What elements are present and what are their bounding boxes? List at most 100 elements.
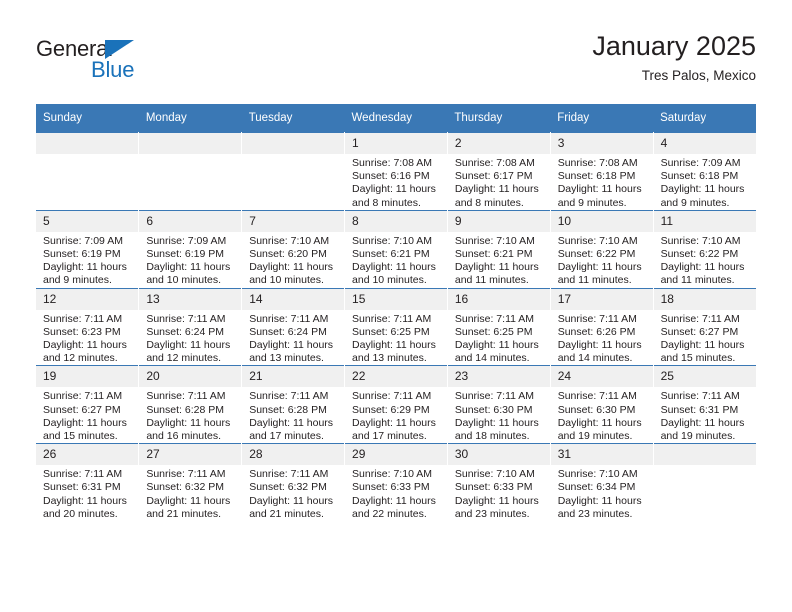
day-sunrise-text: Sunrise: 7:11 AM [454, 390, 535, 403]
day-daylight-line1-text: Daylight: 11 hours [249, 261, 334, 274]
day-daylight-line2-text: and 14 minutes. [557, 352, 633, 365]
day-details: Sunrise: 7:11 AM Sunset: 6:26 PM Daylight:… [551, 310, 653, 366]
day-daylight-line2-text: and 19 minutes. [557, 430, 633, 443]
day-daylight-line1-text: Daylight: 11 hours [249, 339, 334, 352]
day-details: Sunrise: 7:11 AM Sunset: 6:23 PM Daylight:… [36, 310, 138, 366]
day-daylight-line1-text: Daylight: 11 hours [352, 339, 436, 352]
day-daylight-line2-text: and 13 minutes. [352, 352, 427, 365]
day-details: Sunrise: 7:11 AM Sunset: 6:25 PM Daylight:… [345, 310, 447, 366]
calendar-day-cell[interactable]: 8 Sunrise: 7:10 AM Sunset: 6:21 PM Daylight… [344, 209, 448, 289]
calendar-body: 1 Sunrise: 7:08 AM Sunset: 6:16 PM Daylight… [36, 132, 756, 522]
day-details: Sunrise: 7:11 AM Sunset: 6:32 PM Daylight:… [139, 465, 241, 521]
day-number: 27 [139, 444, 242, 466]
day-daylight-line1-text: Daylight: 11 hours [249, 494, 334, 507]
calendar-day-cell[interactable]: 16 Sunrise: 7:11 AM Sunset: 6:25 PM Dayligh… [446, 287, 551, 366]
day-number: 25 [653, 366, 756, 388]
day-daylight-line2-text: and 8 minutes. [454, 196, 524, 209]
day-details: Sunrise: 7:08 AM Sunset: 6:18 PM Daylight:… [551, 154, 653, 210]
day-sunset-text: Sunset: 6:33 PM [352, 481, 430, 494]
day-number: 28 [242, 444, 345, 466]
calendar-day-cell[interactable]: 9 Sunrise: 7:10 AM Sunset: 6:21 PM Daylight… [446, 209, 551, 289]
day-daylight-line2-text: and 14 minutes. [454, 352, 530, 365]
calendar-day-cell[interactable]: 24 Sunrise: 7:11 AM Sunset: 6:30 PM Dayligh… [549, 365, 654, 444]
calendar-day-cell[interactable]: 11 Sunrise: 7:10 AM Sunset: 6:22 PM Dayligh… [652, 209, 756, 289]
day-daylight-line2-text: and 18 minutes. [454, 430, 530, 443]
day-daylight-line2-text: and 15 minutes. [660, 352, 736, 365]
day-sunset-text: Sunset: 6:32 PM [146, 481, 224, 494]
calendar-day-cell[interactable]: 27 Sunrise: 7:11 AM Sunset: 6:32 PM Dayligh… [138, 443, 243, 522]
day-number: 3 [550, 133, 653, 154]
day-daylight-line1-text: Daylight: 11 hours [660, 339, 745, 352]
calendar-day-cell[interactable]: 25 Sunrise: 7:11 AM Sunset: 6:31 PM Dayligh… [652, 365, 756, 444]
day-sunrise-text: Sunrise: 7:10 AM [557, 234, 638, 247]
calendar-day-cell[interactable]: 5 Sunrise: 7:09 AM Sunset: 6:19 PM Daylight… [36, 209, 140, 289]
day-details: Sunrise: 7:10 AM Sunset: 6:21 PM Daylight:… [448, 232, 550, 288]
day-sunset-text: Sunset: 6:19 PM [146, 248, 224, 261]
calendar-day-cell[interactable]: 17 Sunrise: 7:11 AM Sunset: 6:26 PM Dayligh… [549, 287, 654, 366]
calendar-day-cell[interactable]: 1 Sunrise: 7:08 AM Sunset: 6:16 PM Daylight… [344, 132, 448, 211]
day-details: Sunrise: 7:09 AM Sunset: 6:19 PM Daylight:… [36, 232, 138, 288]
calendar-day-cell[interactable]: 15 Sunrise: 7:11 AM Sunset: 6:25 PM Dayligh… [344, 287, 448, 366]
day-daylight-line1-text: Daylight: 11 hours [557, 494, 642, 507]
day-details: Sunrise: 7:10 AM Sunset: 6:22 PM Daylight:… [654, 232, 756, 288]
day-daylight-line2-text: and 22 minutes. [352, 507, 427, 520]
calendar-day-cell[interactable]: 28 Sunrise: 7:11 AM Sunset: 6:32 PM Dayligh… [241, 443, 346, 522]
calendar-day-cell[interactable]: 18 Sunrise: 7:11 AM Sunset: 6:27 PM Dayligh… [652, 287, 756, 366]
day-number: 12 [36, 288, 139, 310]
day-sunrise-text: Sunrise: 7:11 AM [146, 312, 226, 325]
day-daylight-line2-text: and 17 minutes. [352, 430, 427, 443]
calendar-day-cell[interactable]: 21 Sunrise: 7:11 AM Sunset: 6:28 PM Dayligh… [241, 365, 346, 444]
day-sunrise-text: Sunrise: 7:10 AM [249, 234, 330, 247]
calendar-day-cell[interactable]: 19 Sunrise: 7:11 AM Sunset: 6:27 PM Dayligh… [36, 365, 140, 444]
day-number: 22 [345, 366, 447, 388]
day-daylight-line1-text: Daylight: 11 hours [352, 261, 436, 274]
day-daylight-line2-text: and 19 minutes. [660, 430, 736, 443]
calendar-day-cell[interactable]: 26 Sunrise: 7:11 AM Sunset: 6:31 PM Dayligh… [36, 443, 140, 522]
calendar-day-cell[interactable]: 3 Sunrise: 7:08 AM Sunset: 6:18 PM Daylight… [549, 132, 654, 211]
day-number: 21 [242, 366, 345, 388]
calendar-day-cell[interactable]: 29 Sunrise: 7:10 AM Sunset: 6:33 PM Dayligh… [344, 443, 448, 522]
calendar-day-cell[interactable]: 7 Sunrise: 7:10 AM Sunset: 6:20 PM Daylight… [241, 209, 346, 289]
weekday-header-friday: Friday [550, 104, 654, 133]
day-sunrise-text: Sunrise: 7:11 AM [352, 312, 432, 325]
day-sunset-text: Sunset: 6:22 PM [660, 248, 739, 261]
day-daylight-line1-text: Daylight: 11 hours [352, 416, 436, 429]
day-daylight-line1-text: Daylight: 11 hours [43, 339, 127, 352]
day-details: Sunrise: 7:11 AM Sunset: 6:28 PM Daylight:… [242, 387, 344, 443]
day-sunrise-text: Sunrise: 7:11 AM [660, 312, 740, 325]
day-sunrise-text: Sunrise: 7:10 AM [454, 234, 535, 247]
day-details: Sunrise: 7:10 AM Sunset: 6:20 PM Daylight:… [242, 232, 344, 288]
day-daylight-line1-text: Daylight: 11 hours [454, 494, 539, 507]
calendar-day-cell[interactable]: 20 Sunrise: 7:11 AM Sunset: 6:28 PM Dayligh… [138, 365, 243, 444]
calendar-day-cell[interactable]: 31 Sunrise: 7:10 AM Sunset: 6:34 PM Dayligh… [549, 443, 654, 522]
day-sunrise-text: Sunrise: 7:08 AM [352, 157, 432, 169]
day-sunset-text: Sunset: 6:25 PM [454, 325, 533, 338]
day-details: Sunrise: 7:11 AM Sunset: 6:24 PM Daylight:… [242, 310, 344, 366]
calendar-header-row: Sunday Monday Tuesday Wednesday Thursday Frid… [36, 104, 756, 133]
calendar-day-cell[interactable]: 23 Sunrise: 7:11 AM Sunset: 6:30 PM Dayligh… [446, 365, 551, 444]
day-number: 7 [242, 210, 345, 232]
calendar-day-cell[interactable]: 2 Sunrise: 7:08 AM Sunset: 6:17 PM Daylight… [446, 132, 551, 211]
day-number: 26 [36, 444, 139, 466]
day-number: 16 [447, 288, 550, 310]
day-number [36, 133, 139, 154]
day-sunrise-text: Sunrise: 7:11 AM [557, 390, 637, 403]
day-number: 29 [345, 444, 447, 466]
calendar-day-cell[interactable]: 10 Sunrise: 7:10 AM Sunset: 6:22 PM Dayligh… [549, 209, 654, 289]
calendar-day-cell[interactable]: 30 Sunrise: 7:10 AM Sunset: 6:33 PM Dayligh… [446, 443, 551, 522]
calendar-day-cell[interactable]: 6 Sunrise: 7:09 AM Sunset: 6:19 PM Daylight… [138, 209, 243, 289]
calendar-day-cell[interactable]: 12 Sunrise: 7:11 AM Sunset: 6:23 PM Dayligh… [36, 287, 140, 366]
calendar-day-cell[interactable]: 14 Sunrise: 7:11 AM Sunset: 6:24 PM Dayligh… [241, 287, 346, 366]
day-details: Sunrise: 7:11 AM Sunset: 6:31 PM Daylight:… [654, 387, 756, 443]
calendar-day-cell[interactable]: 4 Sunrise: 7:09 AM Sunset: 6:18 PM Daylight… [652, 132, 756, 211]
day-daylight-line2-text: and 16 minutes. [146, 430, 222, 443]
day-sunrise-text: Sunrise: 7:11 AM [352, 390, 432, 403]
calendar-week-row: 26 Sunrise: 7:11 AM Sunset: 6:31 PM Dayligh… [36, 443, 756, 522]
calendar-day-cell[interactable]: 22 Sunrise: 7:11 AM Sunset: 6:29 PM Dayligh… [344, 365, 448, 444]
day-number: 19 [36, 366, 139, 388]
day-sunset-text: Sunset: 6:27 PM [660, 325, 739, 338]
day-daylight-line1-text: Daylight: 11 hours [146, 339, 231, 352]
calendar-day-cell[interactable]: 13 Sunrise: 7:11 AM Sunset: 6:24 PM Dayligh… [138, 287, 243, 366]
day-details: Sunrise: 7:10 AM Sunset: 6:33 PM Daylight:… [448, 465, 550, 521]
day-number: 1 [345, 133, 447, 154]
